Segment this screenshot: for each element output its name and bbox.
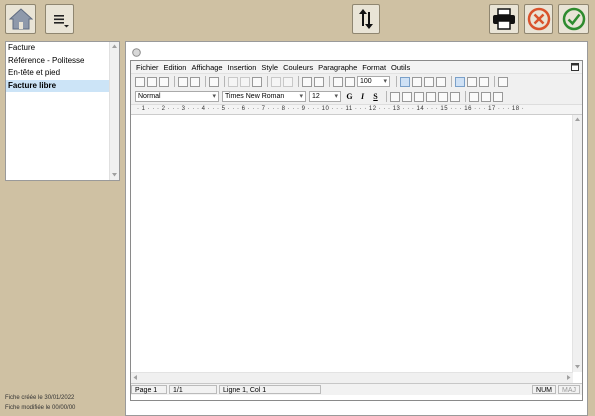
undo-icon[interactable] xyxy=(271,76,281,87)
vertical-scroll-arrows-icon xyxy=(575,117,580,369)
confirm-button[interactable] xyxy=(558,4,589,34)
border-right-icon[interactable] xyxy=(414,91,424,102)
status-maj: MAJ xyxy=(558,385,580,394)
editor-statusbar: Page 1 1/1 Ligne 1, Col 1 NUM MAJ xyxy=(131,383,582,395)
spellcheck-icon[interactable] xyxy=(209,76,219,87)
vertical-scrollbar[interactable] xyxy=(572,115,582,372)
border-top-icon[interactable] xyxy=(426,91,436,102)
cancel-circle-icon xyxy=(527,7,550,31)
border-left-icon[interactable] xyxy=(390,91,400,102)
editor-menubar: Fichier Edition Affichage Insertion Styl… xyxy=(131,61,582,74)
list-item-reference-politesse[interactable]: Référence - Politesse xyxy=(6,55,119,68)
font-select[interactable]: Times New Roman xyxy=(222,91,306,102)
print-button[interactable] xyxy=(489,4,519,34)
document-type-list[interactable]: Facture Référence - Politesse En-tête et… xyxy=(5,41,120,181)
zoom-select[interactable]: 100 xyxy=(357,76,390,87)
confirm-check-icon xyxy=(562,7,585,31)
italic-button[interactable]: I xyxy=(357,92,368,101)
border-outer-icon[interactable] xyxy=(402,91,412,102)
status-num: NUM xyxy=(532,385,556,394)
printer-icon xyxy=(493,8,515,30)
copy-icon[interactable] xyxy=(240,76,250,87)
menu-button[interactable] xyxy=(45,4,74,34)
line-spacing-1-5-icon[interactable] xyxy=(467,76,477,87)
list-item-facture-libre[interactable]: Facture libre xyxy=(6,79,119,92)
menu-edition[interactable]: Edition xyxy=(164,63,187,72)
modified-date: Fiche modifiée le 00/00/00 xyxy=(5,405,76,411)
border-horizontal-icon[interactable] xyxy=(438,91,448,102)
scrollbar-arrows-icon xyxy=(112,44,117,177)
open-folder-icon[interactable] xyxy=(147,76,157,87)
menu-fichier[interactable]: Fichier xyxy=(136,63,159,72)
hamburger-menu-icon xyxy=(53,15,69,28)
menu-insertion[interactable]: Insertion xyxy=(228,63,257,72)
menu-affichage[interactable]: Affichage xyxy=(191,63,222,72)
horizontal-scrollbar[interactable] xyxy=(131,372,573,383)
font-size-select[interactable]: 12 xyxy=(309,91,341,102)
paragraph-marks-icon[interactable] xyxy=(302,76,312,87)
menu-outils[interactable]: Outils xyxy=(391,63,410,72)
style-select[interactable]: Normal xyxy=(135,91,219,102)
sort-button[interactable] xyxy=(352,4,380,34)
home-button[interactable] xyxy=(5,4,36,34)
list-item-en-tete-et-pied[interactable]: En-tête et pied xyxy=(6,67,119,80)
cut-icon[interactable] xyxy=(228,76,238,87)
list-scrollbar[interactable] xyxy=(109,42,119,180)
bullet-list-icon[interactable] xyxy=(498,76,508,87)
menu-couleurs[interactable]: Couleurs xyxy=(283,63,313,72)
justify-icon[interactable] xyxy=(436,76,446,87)
cancel-button[interactable] xyxy=(524,4,553,34)
restore-window-icon[interactable] xyxy=(571,63,579,71)
sort-arrows-icon xyxy=(359,9,373,29)
created-date: Fiche créée le 30/01/2022 xyxy=(5,395,75,401)
editor-toolbar-2: Normal Times New Roman 12 G I S xyxy=(131,89,582,104)
border-bottom-icon[interactable] xyxy=(450,91,460,102)
align-left-icon[interactable] xyxy=(400,76,410,87)
menu-style[interactable]: Style xyxy=(261,63,278,72)
rich-text-editor: Fichier Edition Affichage Insertion Styl… xyxy=(130,60,583,401)
print-preview-icon[interactable] xyxy=(178,76,188,87)
menu-paragraphe[interactable]: Paragraphe xyxy=(318,63,357,72)
status-position: Ligne 1, Col 1 xyxy=(219,385,321,394)
redo-icon[interactable] xyxy=(283,76,293,87)
insert-field-icon[interactable] xyxy=(314,76,324,87)
list-item-facture[interactable]: Facture xyxy=(6,42,119,55)
underline-button[interactable]: S xyxy=(370,92,381,101)
align-center-icon[interactable] xyxy=(412,76,422,87)
bold-button[interactable]: G xyxy=(344,92,355,101)
save-icon[interactable] xyxy=(159,76,169,87)
status-page: Page 1 xyxy=(131,385,167,394)
border-box-thick-icon[interactable] xyxy=(481,91,491,102)
menu-format[interactable]: Format xyxy=(362,63,386,72)
ruler: · 1 · · · 2 · · · 3 · · · 4 · · · 5 · · … xyxy=(131,104,582,115)
document-area[interactable] xyxy=(131,115,582,372)
align-right-icon[interactable] xyxy=(424,76,434,87)
border-none-icon[interactable] xyxy=(493,91,503,102)
status-pages: 1/1 xyxy=(169,385,217,394)
border-box-icon[interactable] xyxy=(469,91,479,102)
print-icon[interactable] xyxy=(190,76,200,87)
window-circle-icon xyxy=(132,48,141,57)
line-spacing-double-icon[interactable] xyxy=(479,76,489,87)
clock-icon[interactable] xyxy=(333,76,343,87)
home-icon xyxy=(8,8,33,30)
new-document-icon[interactable] xyxy=(135,76,145,87)
paste-icon[interactable] xyxy=(252,76,262,87)
editor-toolbar-1: 100 xyxy=(131,74,582,89)
horizontal-scroll-arrows-icon xyxy=(133,375,571,380)
line-spacing-single-icon[interactable] xyxy=(455,76,465,87)
table-icon[interactable] xyxy=(345,76,355,87)
